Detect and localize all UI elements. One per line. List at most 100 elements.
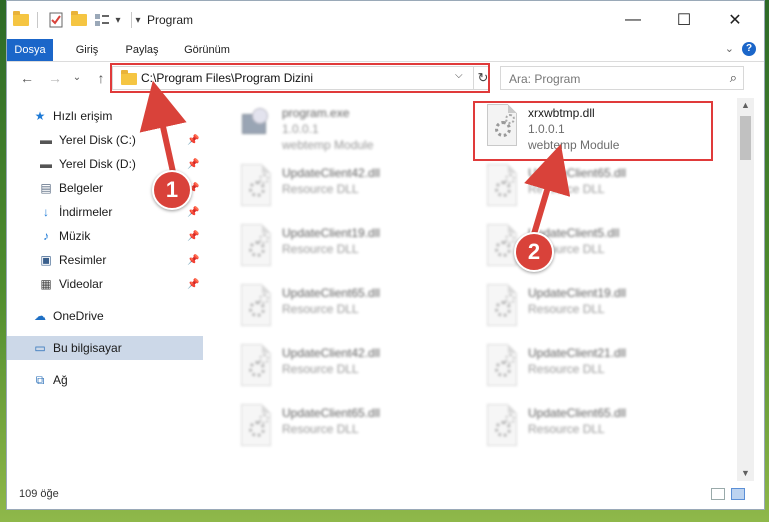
file-detail: Resource DLL	[282, 422, 359, 436]
sidebar-item-label: Ağ	[53, 373, 68, 387]
file-detail: Resource DLL	[282, 182, 359, 196]
sidebar-item-label: İndirmeler	[59, 205, 113, 219]
file-name: UpdateClient19.dll	[528, 286, 627, 300]
file-name: UpdateClient65.dll	[528, 406, 627, 420]
pin-icon: 📌	[187, 278, 200, 290]
view-options-icon[interactable]	[93, 11, 111, 29]
pin-icon: 📌	[187, 158, 200, 170]
file-detail: Resource DLL	[528, 182, 605, 196]
file-name: UpdateClient42.dll	[282, 166, 381, 180]
music-icon: ♪	[43, 229, 49, 243]
collapse-ribbon-icon[interactable]: ⌄	[725, 42, 734, 55]
address-highlight-box	[110, 63, 490, 93]
sidebar-item-label: Videolar	[59, 277, 103, 291]
scrollbar-thumb[interactable]	[740, 116, 751, 160]
file-highlight-box	[473, 101, 713, 161]
file-detail: 1.0.0.1	[282, 122, 319, 136]
pin-icon: 📌	[187, 254, 200, 266]
dll-gear-icon	[484, 344, 518, 386]
computer-icon: ▭	[34, 341, 46, 355]
sidebar-item-label: Resimler	[59, 253, 107, 267]
search-icon[interactable]: ⌕	[730, 70, 737, 86]
file-detail: Resource DLL	[282, 302, 359, 316]
ribbon: Dosya Giriş Paylaş Görünüm ⌄ ?	[7, 39, 764, 62]
sidebar-item[interactable]: ☁ OneDrive	[7, 304, 203, 328]
sidebar-item-label: OneDrive	[53, 309, 104, 323]
new-folder-icon[interactable]	[69, 11, 89, 29]
sidebar-item[interactable]: ▣ Resimler 📌	[7, 248, 203, 272]
network-icon: ⧉	[35, 372, 45, 387]
pin-icon: 📌	[187, 230, 200, 242]
file-detail: Resource DLL	[528, 422, 605, 436]
search-box[interactable]: ⌕	[500, 66, 744, 91]
recent-locations-button[interactable]: ⌄	[67, 69, 87, 87]
drive-icon: ▬	[40, 133, 52, 147]
tiles-view-icon[interactable]	[731, 488, 745, 500]
file-tile[interactable]: UpdateClient19.dll Resource DLL	[484, 282, 714, 336]
help-icon[interactable]: ?	[742, 42, 756, 56]
dll-gear-icon	[238, 164, 272, 206]
callout-2: 2	[514, 232, 554, 272]
sidebar-item[interactable]: ▦ Videolar 📌	[7, 272, 203, 296]
properties-checkmark-icon[interactable]	[47, 11, 65, 29]
exe-icon	[238, 104, 272, 146]
file-tile[interactable]: UpdateClient42.dll Resource DLL	[238, 342, 468, 396]
maximize-button[interactable]: ☐	[661, 1, 707, 39]
tab-share[interactable]: Paylaş	[119, 39, 165, 61]
file-description: webtemp Module	[282, 138, 374, 152]
sidebar-item[interactable]: ▭ Bu bilgisayar	[7, 336, 203, 360]
minimize-button[interactable]: —	[610, 1, 656, 39]
file-tile[interactable]: UpdateClient19.dll Resource DLL	[238, 222, 468, 276]
close-button[interactable]: ✕	[712, 1, 758, 39]
vertical-scrollbar[interactable]: ▲ ▼	[737, 98, 754, 481]
navigation-pane: ★ Hızlı erişim ▬ Yerel Disk (C:) 📌 ▬ Yerel Dis…	[7, 98, 203, 478]
file-tile[interactable]: UpdateClient42.dll Resource DLL	[238, 162, 468, 216]
file-tile[interactable]: UpdateClient65.dll Resource DLL	[484, 402, 714, 456]
sidebar-item-label: Bu bilgisayar	[53, 341, 122, 355]
file-tile[interactable]: UpdateClient21.dll Resource DLL	[484, 342, 714, 396]
scroll-down-icon[interactable]: ▼	[741, 468, 750, 478]
search-input[interactable]	[501, 67, 721, 91]
star-icon: ★	[34, 109, 46, 123]
file-name: UpdateClient19.dll	[282, 226, 381, 240]
item-count: 109 öğe	[19, 488, 59, 500]
dropdown-arrow-icon[interactable]: ▾	[113, 11, 123, 29]
tab-view[interactable]: Görünüm	[179, 39, 235, 61]
up-button[interactable]: ↑	[91, 69, 111, 87]
dll-gear-icon	[238, 224, 272, 266]
dll-gear-icon	[238, 284, 272, 326]
back-button[interactable]: ←	[17, 69, 37, 87]
details-view-icon[interactable]	[711, 488, 725, 500]
pin-icon: 📌	[187, 206, 200, 218]
customize-dropdown-icon[interactable]: ▾	[133, 11, 143, 29]
scroll-up-icon[interactable]: ▲	[741, 100, 750, 110]
status-bar: 109 öğe	[7, 481, 764, 507]
forward-button[interactable]: →	[45, 69, 65, 87]
videos-icon: ▦	[40, 277, 52, 291]
file-name: UpdateClient21.dll	[528, 346, 627, 360]
file-detail: Resource DLL	[282, 362, 359, 376]
cloud-icon: ☁	[34, 309, 46, 323]
file-detail: Resource DLL	[528, 362, 605, 376]
sidebar-item[interactable]: ▬ Yerel Disk (C:) 📌	[7, 128, 203, 152]
file-name: program.exe	[282, 106, 350, 120]
sidebar-item-label: Yerel Disk (D:)	[59, 157, 136, 171]
file-tile[interactable]: UpdateClient65.dll Resource DLL	[238, 402, 468, 456]
file-tile[interactable]: program.exe 1.0.0.1 webtemp Module	[238, 102, 468, 156]
sidebar-item-label: Yerel Disk (C:)	[59, 133, 136, 147]
tab-file[interactable]: Dosya	[7, 39, 53, 61]
sidebar-item[interactable]: ⧉ Ağ	[7, 368, 203, 392]
dll-gear-icon	[484, 164, 518, 206]
tab-home[interactable]: Giriş	[67, 39, 107, 61]
file-tile[interactable]: UpdateClient65.dll Resource DLL	[484, 162, 714, 216]
file-name: UpdateClient65.dll	[282, 286, 381, 300]
documents-icon: ▤	[40, 181, 52, 195]
sidebar-item[interactable]: ★ Hızlı erişim	[7, 104, 203, 128]
file-name: UpdateClient65.dll	[528, 166, 627, 180]
dll-gear-icon	[484, 224, 518, 266]
dll-gear-icon	[238, 404, 272, 446]
dll-gear-icon	[484, 284, 518, 326]
sidebar-item[interactable]: ♪ Müzik 📌	[7, 224, 203, 248]
file-detail: Resource DLL	[528, 302, 605, 316]
file-tile[interactable]: UpdateClient65.dll Resource DLL	[238, 282, 468, 336]
